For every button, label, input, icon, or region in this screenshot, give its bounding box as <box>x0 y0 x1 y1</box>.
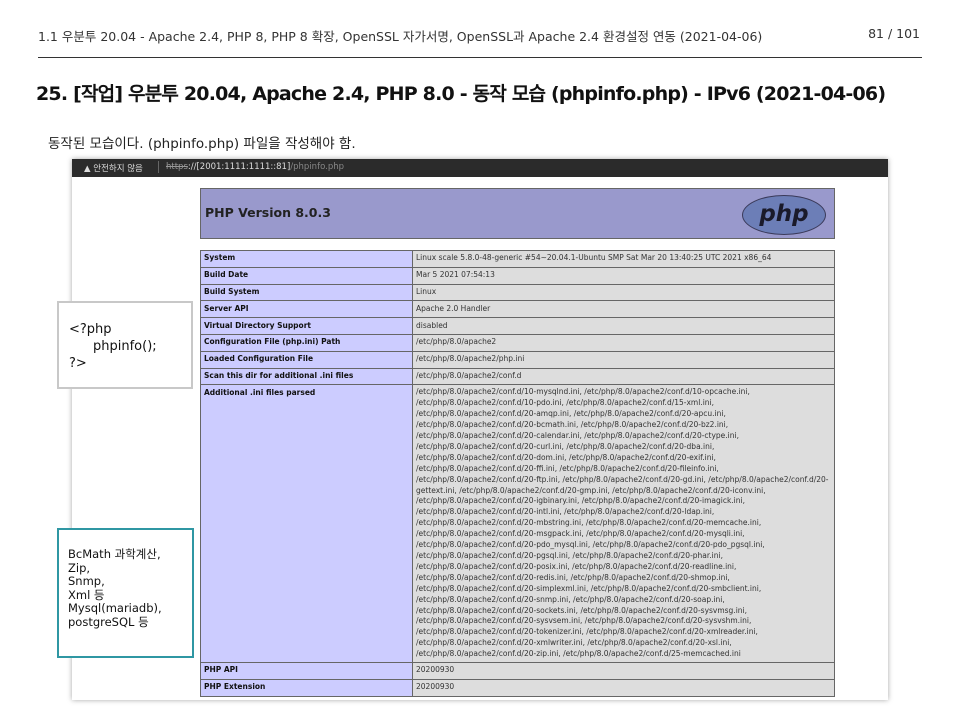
row-value: Linux scale 5.8.0-48-generic #54~20.04.1… <box>412 250 835 268</box>
ini-line: /etc/php/8.0/apache2/conf.d/20-simplexml… <box>416 583 762 593</box>
extension-line: Xml 등 <box>68 587 105 602</box>
row-value: /etc/php/8.0/apache2/php.ini <box>412 350 835 369</box>
address-bar[interactable]: ▲ 안전하지 않음 https://[2001:1111:1111::81]/p… <box>72 159 888 177</box>
ini-line: /etc/php/8.0/apache2/conf.d/20-mbstring.… <box>416 518 762 528</box>
ini-line: /etc/php/8.0/apache2/conf.d/20-xmlwriter… <box>416 638 732 648</box>
header-breadcrumb: 1.1 우분투 20.04 - Apache 2.4, PHP 8, PHP 8… <box>38 29 763 44</box>
table-row: Server API Apache 2.0 Handler <box>200 300 835 319</box>
page-header: 1.1 우분투 20.04 - Apache 2.4, PHP 8, PHP 8… <box>38 26 922 46</box>
code-line: phpinfo(); <box>93 339 157 354</box>
ini-files-list: /etc/php/8.0/apache2/conf.d/10-mysqlnd.i… <box>412 384 835 664</box>
row-value: disabled <box>412 317 835 335</box>
extension-line: Snmp, <box>68 574 105 589</box>
row-value: Mar 5 2021 07:54:13 <box>412 266 835 285</box>
table-row-ini-files: Additional .ini files parsed /etc/php/8.… <box>200 384 835 664</box>
ini-line: /etc/php/8.0/apache2/conf.d/20-intl.ini,… <box>416 507 715 517</box>
url-host: ://[2001:1111:1111::81] <box>187 162 291 172</box>
extension-line: Zip, <box>68 560 91 575</box>
row-key: Build Date <box>200 266 413 285</box>
url-text[interactable]: https://[2001:1111:1111::81]/phpinfo.php <box>166 162 344 172</box>
row-value: /etc/php/8.0/apache2/conf.d <box>412 367 835 386</box>
row-value: Linux <box>412 283 835 302</box>
row-value: Apache 2.0 Handler <box>412 300 835 319</box>
ini-line: /etc/php/8.0/apache2/conf.d/20-amqp.ini,… <box>416 409 726 419</box>
code-line: <?php <box>69 322 112 337</box>
table-row: Build System Linux <box>200 283 835 302</box>
row-key: Loaded Configuration File <box>200 350 413 369</box>
php-version-banner: PHP Version 8.0.3 php <box>200 188 835 239</box>
table-row: System Linux scale 5.8.0-48-generic #54~2… <box>200 250 835 268</box>
php-logo-text: php <box>759 201 809 227</box>
row-value: 20200930 <box>412 662 835 680</box>
table-row: Scan this dir for additional .ini files /… <box>200 367 835 386</box>
row-key: Additional .ini files parsed <box>200 384 413 664</box>
extension-line: postgreSQL 등 <box>68 614 149 629</box>
ini-line: /etc/php/8.0/apache2/conf.d/20-pgsql.ini… <box>416 550 723 560</box>
address-separator <box>158 161 159 173</box>
row-key: Server API <box>200 300 413 319</box>
php-version: PHP Version 8.0.3 <box>205 205 331 220</box>
ini-line: /etc/php/8.0/apache2/conf.d/20-igbinary.… <box>416 496 745 506</box>
ini-line: /etc/php/8.0/apache2/conf.d/10-pdo.ini, … <box>416 398 714 408</box>
ini-line: /etc/php/8.0/apache2/conf.d/20-msgpack.i… <box>416 529 745 539</box>
page-number: 81 / 101 <box>868 26 920 41</box>
ini-line: /etc/php/8.0/apache2/conf.d/20-sysvsem.i… <box>416 616 752 626</box>
row-key: PHP Extension <box>200 678 413 697</box>
extension-line: Mysql(mariadb), <box>68 601 162 616</box>
row-key: System <box>200 250 413 268</box>
row-key: Virtual Directory Support <box>200 317 413 335</box>
table-row: PHP Extension 20200930 <box>200 678 835 697</box>
phpinfo-table: System Linux scale 5.8.0-48-generic #54~2… <box>200 250 835 697</box>
header-divider <box>38 57 922 58</box>
row-key: Build System <box>200 283 413 302</box>
ini-line: /etc/php/8.0/apache2/conf.d/10-mysqlnd.i… <box>416 387 750 397</box>
browser-screenshot: ▲ 안전하지 않음 https://[2001:1111:1111::81]/p… <box>72 159 888 700</box>
table-row: Configuration File (php.ini) Path/etc/ph… <box>200 333 835 352</box>
extension-line: BcMath 과학계산, <box>68 547 161 561</box>
row-key: PHP API <box>200 662 413 680</box>
page-title: 25. [작업] 우분투 20.04, Apache 2.4, PHP 8.0 … <box>36 83 886 105</box>
url-path: /phpinfo.php <box>290 162 344 172</box>
row-value: /etc/php/8.0/apache2 <box>412 333 835 352</box>
ini-line: /etc/php/8.0/apache2/conf.d/20-tokenizer… <box>416 627 758 637</box>
ini-line: /etc/php/8.0/apache2/conf.d/20-dom.ini, … <box>416 452 716 462</box>
table-row: Loaded Configuration File/etc/php/8.0/ap… <box>200 350 835 369</box>
ini-line: /etc/php/8.0/apache2/conf.d/20-pdo_mysql… <box>416 540 765 550</box>
ini-line: /etc/php/8.0/apache2/conf.d/20-bcmath.in… <box>416 420 729 430</box>
ini-line: /etc/php/8.0/apache2/conf.d/20-sockets.i… <box>416 605 748 615</box>
ini-line: /etc/php/8.0/apache2/conf.d/20-curl.ini,… <box>416 441 715 451</box>
php-logo-icon: php <box>742 195 826 235</box>
row-value: 20200930 <box>412 678 835 697</box>
table-row: Build Date Mar 5 2021 07:54:13 <box>200 266 835 285</box>
row-key: Scan this dir for additional .ini files <box>200 367 413 386</box>
code-line: ?> <box>69 356 87 371</box>
description-text: 동작된 모습이다. (phpinfo.php) 파일을 작성해야 함. <box>48 136 356 152</box>
row-key: Configuration File (php.ini) Path <box>200 333 413 352</box>
extensions-callout: BcMath 과학계산, Zip, Snmp, Xml 등 Mysql(mari… <box>57 528 194 658</box>
ini-line: /etc/php/8.0/apache2/conf.d/20-calendar.… <box>416 431 739 440</box>
ini-line: /etc/php/8.0/apache2/conf.d/20-ffi.ini, … <box>416 463 719 473</box>
ini-line: /etc/php/8.0/apache2/conf.d/20-ftp.ini, … <box>416 474 829 484</box>
code-callout: <?php phpinfo(); ?> <box>57 301 193 389</box>
ini-line: gettext.ini, /etc/php/8.0/apache2/conf.d… <box>416 485 766 495</box>
ini-line: /etc/php/8.0/apache2/conf.d/20-posix.ini… <box>416 561 737 571</box>
ini-line: /etc/php/8.0/apache2/conf.d/20-snmp.ini,… <box>416 594 725 604</box>
url-scheme: https <box>166 162 188 172</box>
table-row: Virtual Directory Support disabled <box>200 317 835 335</box>
table-row: PHP API 20200930 <box>200 662 835 680</box>
ini-line: /etc/php/8.0/apache2/conf.d/20-zip.ini, … <box>416 649 741 659</box>
ini-line: /etc/php/8.0/apache2/conf.d/20-redis.ini… <box>416 572 730 582</box>
security-warning[interactable]: ▲ 안전하지 않음 <box>84 162 143 174</box>
